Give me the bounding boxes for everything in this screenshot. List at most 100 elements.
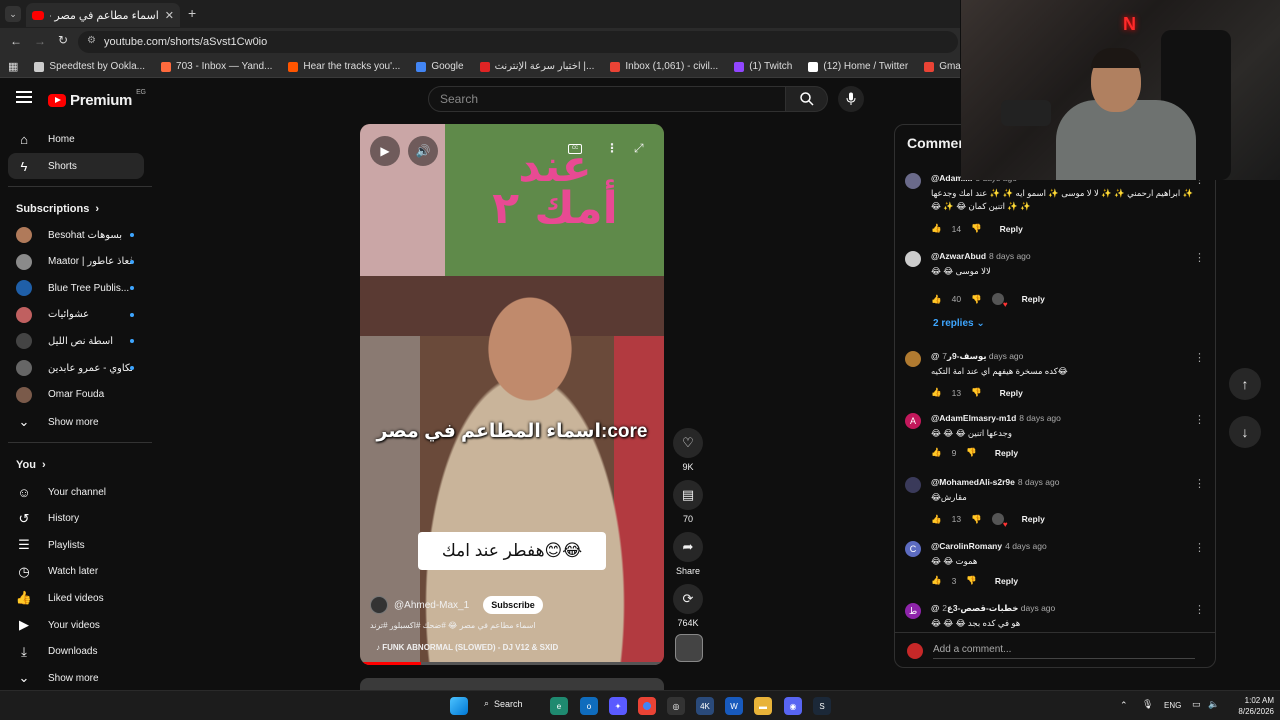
sidebar-item-playlists[interactable]: ☰ Playlists	[8, 532, 144, 558]
thumbs-up-icon[interactable]: 👍	[931, 447, 942, 458]
subscription-item[interactable]: حكاوي - عمرو عابدين	[8, 355, 144, 381]
outlook-icon[interactable]: o	[580, 697, 598, 715]
short-video-player[interactable]: عند أمك ٢ ▶ 🔊 cc ⋮ ⤢ اسماء المطاعم في مص…	[360, 124, 664, 665]
bookmark-item[interactable]: (12) Home / Twitter	[800, 61, 916, 72]
sound-avatar[interactable]	[675, 634, 703, 662]
search-input[interactable]: Search	[428, 86, 786, 112]
thumbs-up-icon[interactable]: 👍	[931, 387, 942, 398]
subscriptions-show-more[interactable]: ⌄ Show more	[8, 409, 144, 435]
comment-avatar[interactable]	[905, 477, 921, 493]
like-heart-icon[interactable]: ♡	[673, 428, 703, 458]
site-info-icon[interactable]: ⚙	[87, 35, 96, 46]
music-track[interactable]: ♪ FUNK ABNORMAL (SLOWED) - DJ V12 & SXID	[376, 643, 558, 652]
menu-icon[interactable]	[16, 91, 32, 103]
file-explorer-icon[interactable]: ▬	[754, 697, 772, 715]
comment-author[interactable]: @MohamedAli-s2r9e	[931, 477, 1015, 487]
thumbs-down-icon[interactable]: 👎	[971, 294, 982, 305]
reply-button[interactable]: Reply	[995, 576, 1018, 586]
bookmark-item[interactable]: Speedtest by Ookla...	[26, 61, 153, 72]
subscription-item[interactable]: Maator | مُعاذ عاطور	[8, 249, 144, 275]
reload-icon[interactable]: ↻	[58, 33, 68, 47]
windows-start-icon[interactable]	[450, 697, 468, 715]
taskbar-search[interactable]: ⌕ Search	[484, 698, 523, 709]
comment-time[interactable]: 8 days ago	[1018, 477, 1060, 487]
reply-button[interactable]: Reply	[1022, 514, 1045, 524]
reply-button[interactable]: Reply	[1000, 388, 1023, 398]
comment-more-icon[interactable]: ⋮	[1194, 351, 1205, 364]
sidebar-item-history[interactable]: ↺ History	[8, 506, 144, 532]
fullscreen-icon[interactable]: ⤢	[634, 141, 644, 156]
next-video-button[interactable]: ↓	[1229, 416, 1261, 448]
bookmark-item[interactable]: اختبار سرعة الإنترنت |...	[472, 61, 603, 72]
bookmark-item[interactable]: Hear the tracks you'...	[280, 61, 408, 72]
browser-tab[interactable]: اسماء مطاعم في مصر 😂 #ضحك ✕	[26, 3, 180, 27]
network-icon[interactable]: ▭	[1192, 699, 1201, 710]
comment-avatar[interactable]: ط	[905, 603, 921, 619]
comment-author[interactable]: @يوسف-9ر	[931, 351, 987, 361]
taskbar-clock[interactable]: 1:02 AM 8/26/2026	[1228, 695, 1274, 717]
more-options-icon[interactable]: ⋮	[606, 141, 618, 155]
volume-button[interactable]: 🔊	[408, 136, 438, 166]
sidebar-item-watch-later[interactable]: ◷ Watch later	[8, 559, 144, 585]
tab-close-icon[interactable]: ✕	[165, 9, 174, 22]
comment-avatar[interactable]	[905, 251, 921, 267]
comment-time[interactable]: 4 days ago	[1005, 541, 1047, 551]
youtube-premium-logo[interactable]: Premium EG	[48, 89, 146, 109]
language-indicator[interactable]: ENG	[1164, 701, 1181, 710]
bookmark-item[interactable]: (1) Twitch	[726, 61, 800, 72]
share-action[interactable]: ➦ Share	[673, 532, 703, 576]
app-icon[interactable]: ✦	[609, 697, 627, 715]
speaker-icon[interactable]: 🔈	[1208, 699, 1219, 710]
thumbs-down-icon[interactable]: 👎	[971, 514, 982, 525]
comment-more-icon[interactable]: ⋮	[1194, 603, 1205, 616]
remix-action[interactable]: ⟳ 764K	[673, 584, 703, 628]
search-button[interactable]	[786, 86, 828, 112]
replies-toggle[interactable]: 2 replies ⌄	[933, 318, 985, 329]
comment-time[interactable]: 8 days ago	[989, 251, 1031, 261]
comment-author[interactable]: @AzwarAbud	[931, 251, 986, 261]
captions-icon[interactable]: cc	[568, 144, 582, 154]
you-show-more[interactable]: ⌄ Show more	[8, 665, 144, 691]
sidebar-item-your-videos[interactable]: ▶ Your videos	[8, 612, 144, 638]
reply-button[interactable]: Reply	[1022, 294, 1045, 304]
new-tab-button[interactable]: +	[188, 5, 196, 21]
video-title[interactable]: اسماء مطاعم في مصر 😂 #ضحك #اكسبلور #ترند	[370, 621, 536, 630]
back-icon[interactable]: ←	[10, 34, 22, 48]
url-field[interactable]: ⚙ youtube.com/shorts/aSvst1Cw0io	[78, 31, 958, 53]
comment-icon[interactable]: ▤	[673, 480, 703, 510]
steam-icon[interactable]: S	[813, 697, 831, 715]
previous-video-button[interactable]: ↑	[1229, 368, 1261, 400]
sidebar-item-home[interactable]: ⌂ Home	[8, 126, 144, 152]
tray-mic-icon[interactable]: 🎙	[1142, 699, 1153, 710]
remix-icon[interactable]: ⟳	[673, 584, 703, 614]
subscription-item[interactable]: عشوائيات	[8, 302, 144, 328]
word-icon[interactable]: W	[725, 697, 743, 715]
like-action[interactable]: ♡ 9K	[673, 428, 703, 472]
sidebar-item-channel[interactable]: ☺ Your channel	[8, 479, 144, 505]
subscription-item[interactable]: Besohat بسوهات	[8, 222, 144, 248]
thumbs-up-icon[interactable]: 👍	[931, 223, 942, 234]
channel-avatar[interactable]	[370, 596, 388, 614]
subscription-item[interactable]: Omar Fouda	[8, 382, 144, 408]
next-video-preview[interactable]	[360, 678, 664, 690]
comment-avatar[interactable]: A	[905, 413, 921, 429]
thumbs-up-icon[interactable]: 👍	[931, 514, 942, 525]
reply-button[interactable]: Reply	[1000, 224, 1023, 234]
bookmark-item[interactable]: Inbox (1,061) - civil...	[602, 61, 726, 72]
thumbs-down-icon[interactable]: 👎	[971, 387, 982, 398]
sidebar-item-like[interactable]: 👍 Liked videos	[8, 585, 144, 611]
reply-button[interactable]: Reply	[995, 448, 1018, 458]
comment-author[interactable]: @AdamElmasry-m1d	[931, 413, 1016, 423]
comments-action[interactable]: ▤ 70	[673, 480, 703, 524]
edge-icon[interactable]: e	[550, 697, 568, 715]
bookmark-item[interactable]: 703 - Inbox — Yand...	[153, 61, 280, 72]
tab-search-button[interactable]: ⌄	[5, 6, 21, 22]
sidebar-item-download[interactable]: ⤓ Downloads	[8, 639, 144, 665]
share-icon[interactable]: ➦	[673, 532, 703, 562]
subscription-item[interactable]: أسطة نص الليل	[8, 328, 144, 354]
obs-icon[interactable]: ◎	[667, 697, 685, 715]
chrome-icon[interactable]	[638, 697, 656, 715]
comment-more-icon[interactable]: ⋮	[1194, 477, 1205, 490]
subscriptions-heading[interactable]: Subscriptions ›	[16, 203, 99, 215]
you-heading[interactable]: You ›	[16, 459, 46, 471]
